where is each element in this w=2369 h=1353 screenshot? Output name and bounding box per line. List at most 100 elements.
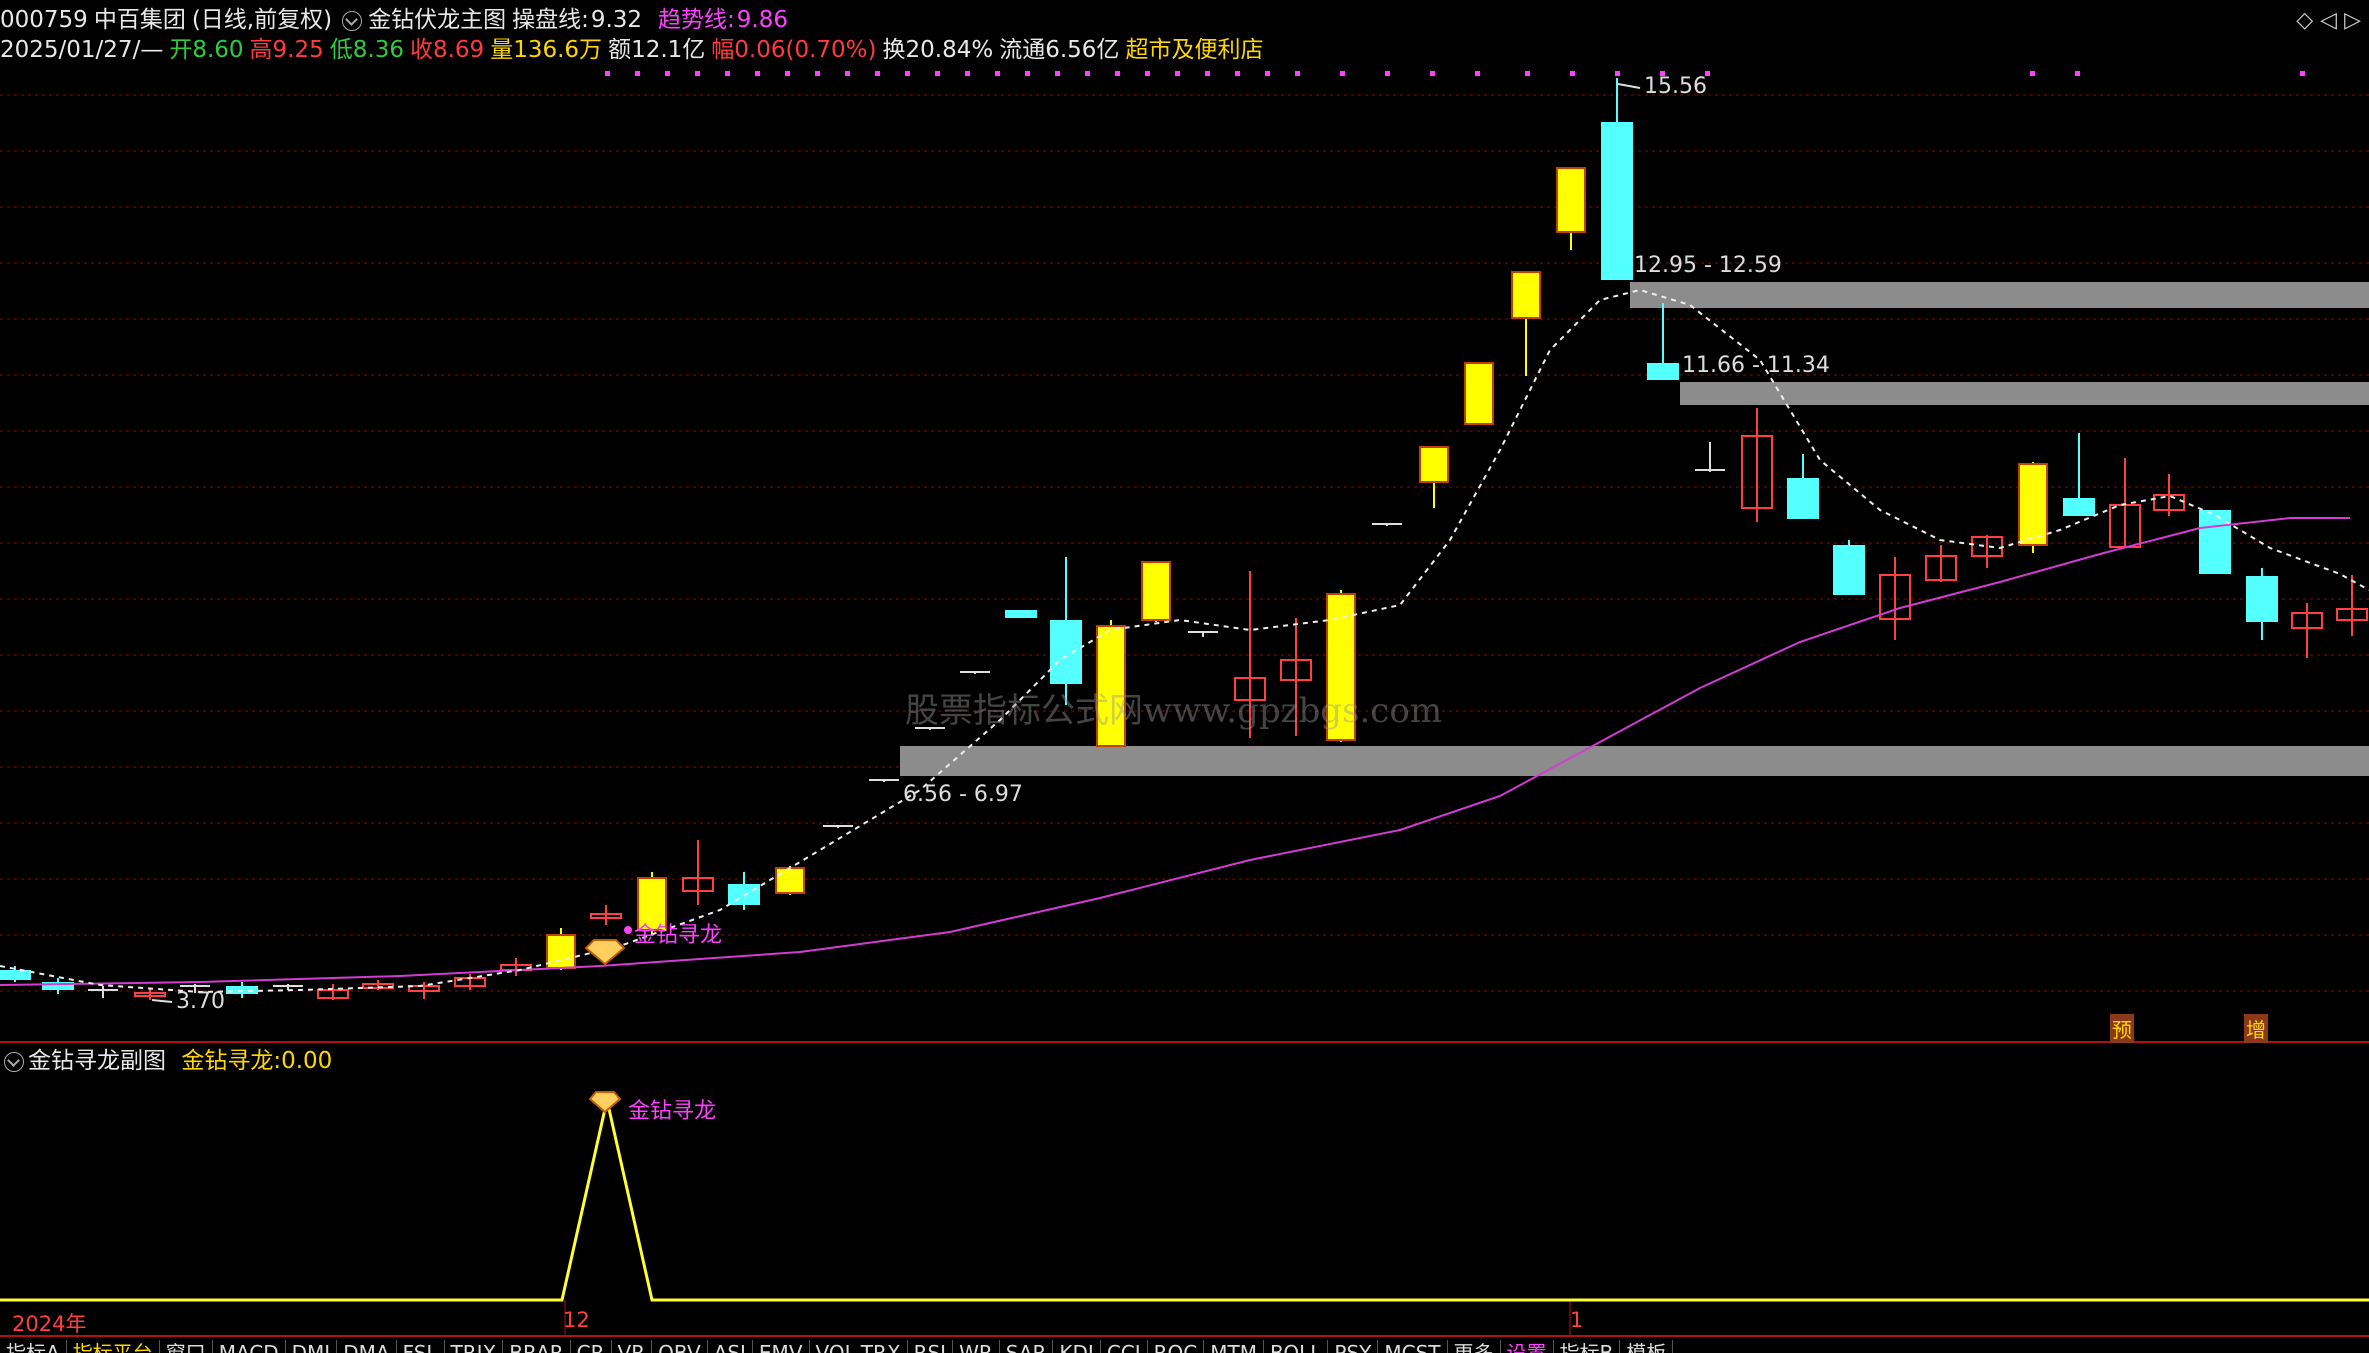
- candle-body: [1511, 271, 1541, 319]
- sector-link[interactable]: 超市及便利店: [1125, 37, 1263, 63]
- top-marker-dot: [1525, 71, 1530, 76]
- tab-28[interactable]: 模板: [1620, 1340, 1674, 1353]
- tab-6[interactable]: FSL: [397, 1340, 445, 1353]
- top-marker-dot: [725, 71, 730, 76]
- tab-22[interactable]: BOLL: [1264, 1340, 1329, 1353]
- support-zone: [900, 746, 2369, 776]
- line1-label: 操盘线:: [512, 7, 589, 33]
- float-shares: 流通6.56亿: [999, 37, 1120, 63]
- tab-25[interactable]: 更多: [1448, 1340, 1501, 1353]
- indicator-dropdown-icon[interactable]: [342, 10, 363, 31]
- indicator-name[interactable]: 金钻伏龙主图: [368, 7, 506, 33]
- tab-23[interactable]: PSY: [1328, 1340, 1379, 1353]
- tab-10[interactable]: VR: [612, 1340, 653, 1353]
- candle-body: [2246, 576, 2278, 622]
- quote-date: 2025/01/27/—: [0, 37, 164, 63]
- candle-body: [1050, 620, 1082, 684]
- candle-body: [0, 970, 31, 980]
- candle-body: [1419, 446, 1449, 483]
- diamond-icon[interactable]: ◇: [2296, 8, 2313, 33]
- tab-4[interactable]: DMI: [286, 1340, 338, 1353]
- low-price-label: 3.70: [176, 989, 225, 1014]
- candle-body: [1141, 561, 1171, 621]
- arrow-right-icon[interactable]: ▷: [2344, 8, 2361, 33]
- tab-2[interactable]: 窗口: [160, 1340, 213, 1353]
- top-marker-dot: [1340, 71, 1345, 76]
- top-marker-dot: [1025, 71, 1030, 76]
- top-marker-dot: [1205, 71, 1210, 76]
- sub-chart-header: 金钻寻龙副图 金钻寻龙:0.00: [0, 1047, 332, 1075]
- tab-1[interactable]: 指标平台: [67, 1340, 160, 1353]
- tab-9[interactable]: CR: [571, 1340, 612, 1353]
- indicator-tab-bar: 指标A 指标平台 窗口 MACD DMI DMA FSL TRIX BRAR CR VR OBV ASI…: [0, 1340, 2369, 1353]
- low-value: 8.36: [352, 37, 404, 63]
- chg-value: 0.06(0.70%): [734, 37, 877, 63]
- sub-signal-line: [0, 1099, 2369, 1302]
- top-marker-dot: [1385, 71, 1390, 76]
- sub-value-label: 金钻寻龙:: [181, 1048, 282, 1074]
- resistance-zone-2: [1680, 382, 2369, 405]
- tab-18[interactable]: KDJ: [1053, 1340, 1101, 1353]
- tab-13[interactable]: EMV: [753, 1340, 810, 1353]
- open-value: 8.60: [192, 37, 244, 63]
- high-arrow: [1617, 83, 1641, 89]
- tab-14[interactable]: VOL-TRX: [810, 1340, 908, 1353]
- tab-27[interactable]: 指标B: [1554, 1340, 1621, 1353]
- stock-code[interactable]: 000759: [0, 7, 88, 33]
- tab-21[interactable]: MTM: [1204, 1340, 1264, 1353]
- tab-11[interactable]: OBV: [652, 1340, 708, 1353]
- tab-7[interactable]: TRIX: [445, 1340, 504, 1353]
- badge-pre: 预: [2110, 1014, 2134, 1043]
- amt-value: 12.1亿: [631, 37, 706, 63]
- header-row-1: 000759 中百集团 (日线,前复权) 金钻伏龙主图 操盘线:9.32 趋势线:9.86: [0, 6, 794, 34]
- top-marker-dot: [1085, 71, 1090, 76]
- zone3-label: 6.56 - 6.97: [903, 782, 1023, 807]
- tab-5[interactable]: DMA: [337, 1340, 397, 1353]
- stock-name[interactable]: 中百集团: [94, 7, 186, 33]
- top-marker-dot: [1115, 71, 1120, 76]
- tab-8[interactable]: BRAR: [503, 1340, 571, 1353]
- high-price-label: 15.56: [1644, 74, 1707, 99]
- top-marker-dot: [1265, 71, 1270, 76]
- top-right-controls: ◇ ◁ ▷: [2296, 8, 2361, 33]
- period-label[interactable]: (日线,前复权): [192, 7, 332, 33]
- candle-body: [1556, 167, 1586, 233]
- tab-3[interactable]: MACD: [213, 1340, 286, 1353]
- tab-17[interactable]: SAR: [1000, 1340, 1054, 1353]
- top-marker-dot: [1055, 71, 1060, 76]
- tab-12[interactable]: ASI: [708, 1340, 753, 1353]
- top-marker-dot: [1570, 71, 1575, 76]
- tab-15[interactable]: RSI: [908, 1340, 954, 1353]
- close-label: 收: [409, 37, 433, 63]
- tab-20[interactable]: ROC: [1148, 1340, 1205, 1353]
- candle-body: [2063, 498, 2095, 516]
- candle-body: [1005, 610, 1037, 618]
- top-marker-dot: [1145, 71, 1150, 76]
- tab-24[interactable]: MCST: [1378, 1340, 1448, 1353]
- chart-canvas: [0, 71, 2369, 1337]
- candle-body: [2018, 463, 2048, 546]
- tab-0[interactable]: 指标A: [0, 1340, 67, 1353]
- tab-16[interactable]: WR: [953, 1340, 1000, 1353]
- x-label-jan: 1: [1570, 1308, 1584, 1332]
- resistance-zone-1: [1630, 282, 2369, 308]
- badge-add: 增: [2244, 1014, 2268, 1043]
- arrow-left-icon[interactable]: ◁: [2320, 8, 2337, 33]
- top-marker-dot: [695, 71, 700, 76]
- candle-body: [546, 934, 576, 969]
- candle-body: [1647, 363, 1679, 380]
- sub-title[interactable]: 金钻寻龙副图: [28, 1048, 166, 1074]
- candle-body: [1787, 478, 1819, 519]
- top-marker-dot: [755, 71, 760, 76]
- top-marker-dot: [905, 71, 910, 76]
- sub-dropdown-icon[interactable]: [4, 1051, 24, 1072]
- tab-26[interactable]: 设置: [1501, 1340, 1554, 1353]
- top-marker-dot: [1175, 71, 1180, 76]
- top-marker-dot: [935, 71, 940, 76]
- high-label: 高: [249, 37, 273, 63]
- top-marker-dot: [1295, 71, 1300, 76]
- sub-value: 0.00: [281, 1048, 333, 1074]
- chg-label: 幅: [711, 37, 735, 63]
- tab-19[interactable]: CCI: [1101, 1340, 1148, 1353]
- top-marker-dot: [1430, 71, 1435, 76]
